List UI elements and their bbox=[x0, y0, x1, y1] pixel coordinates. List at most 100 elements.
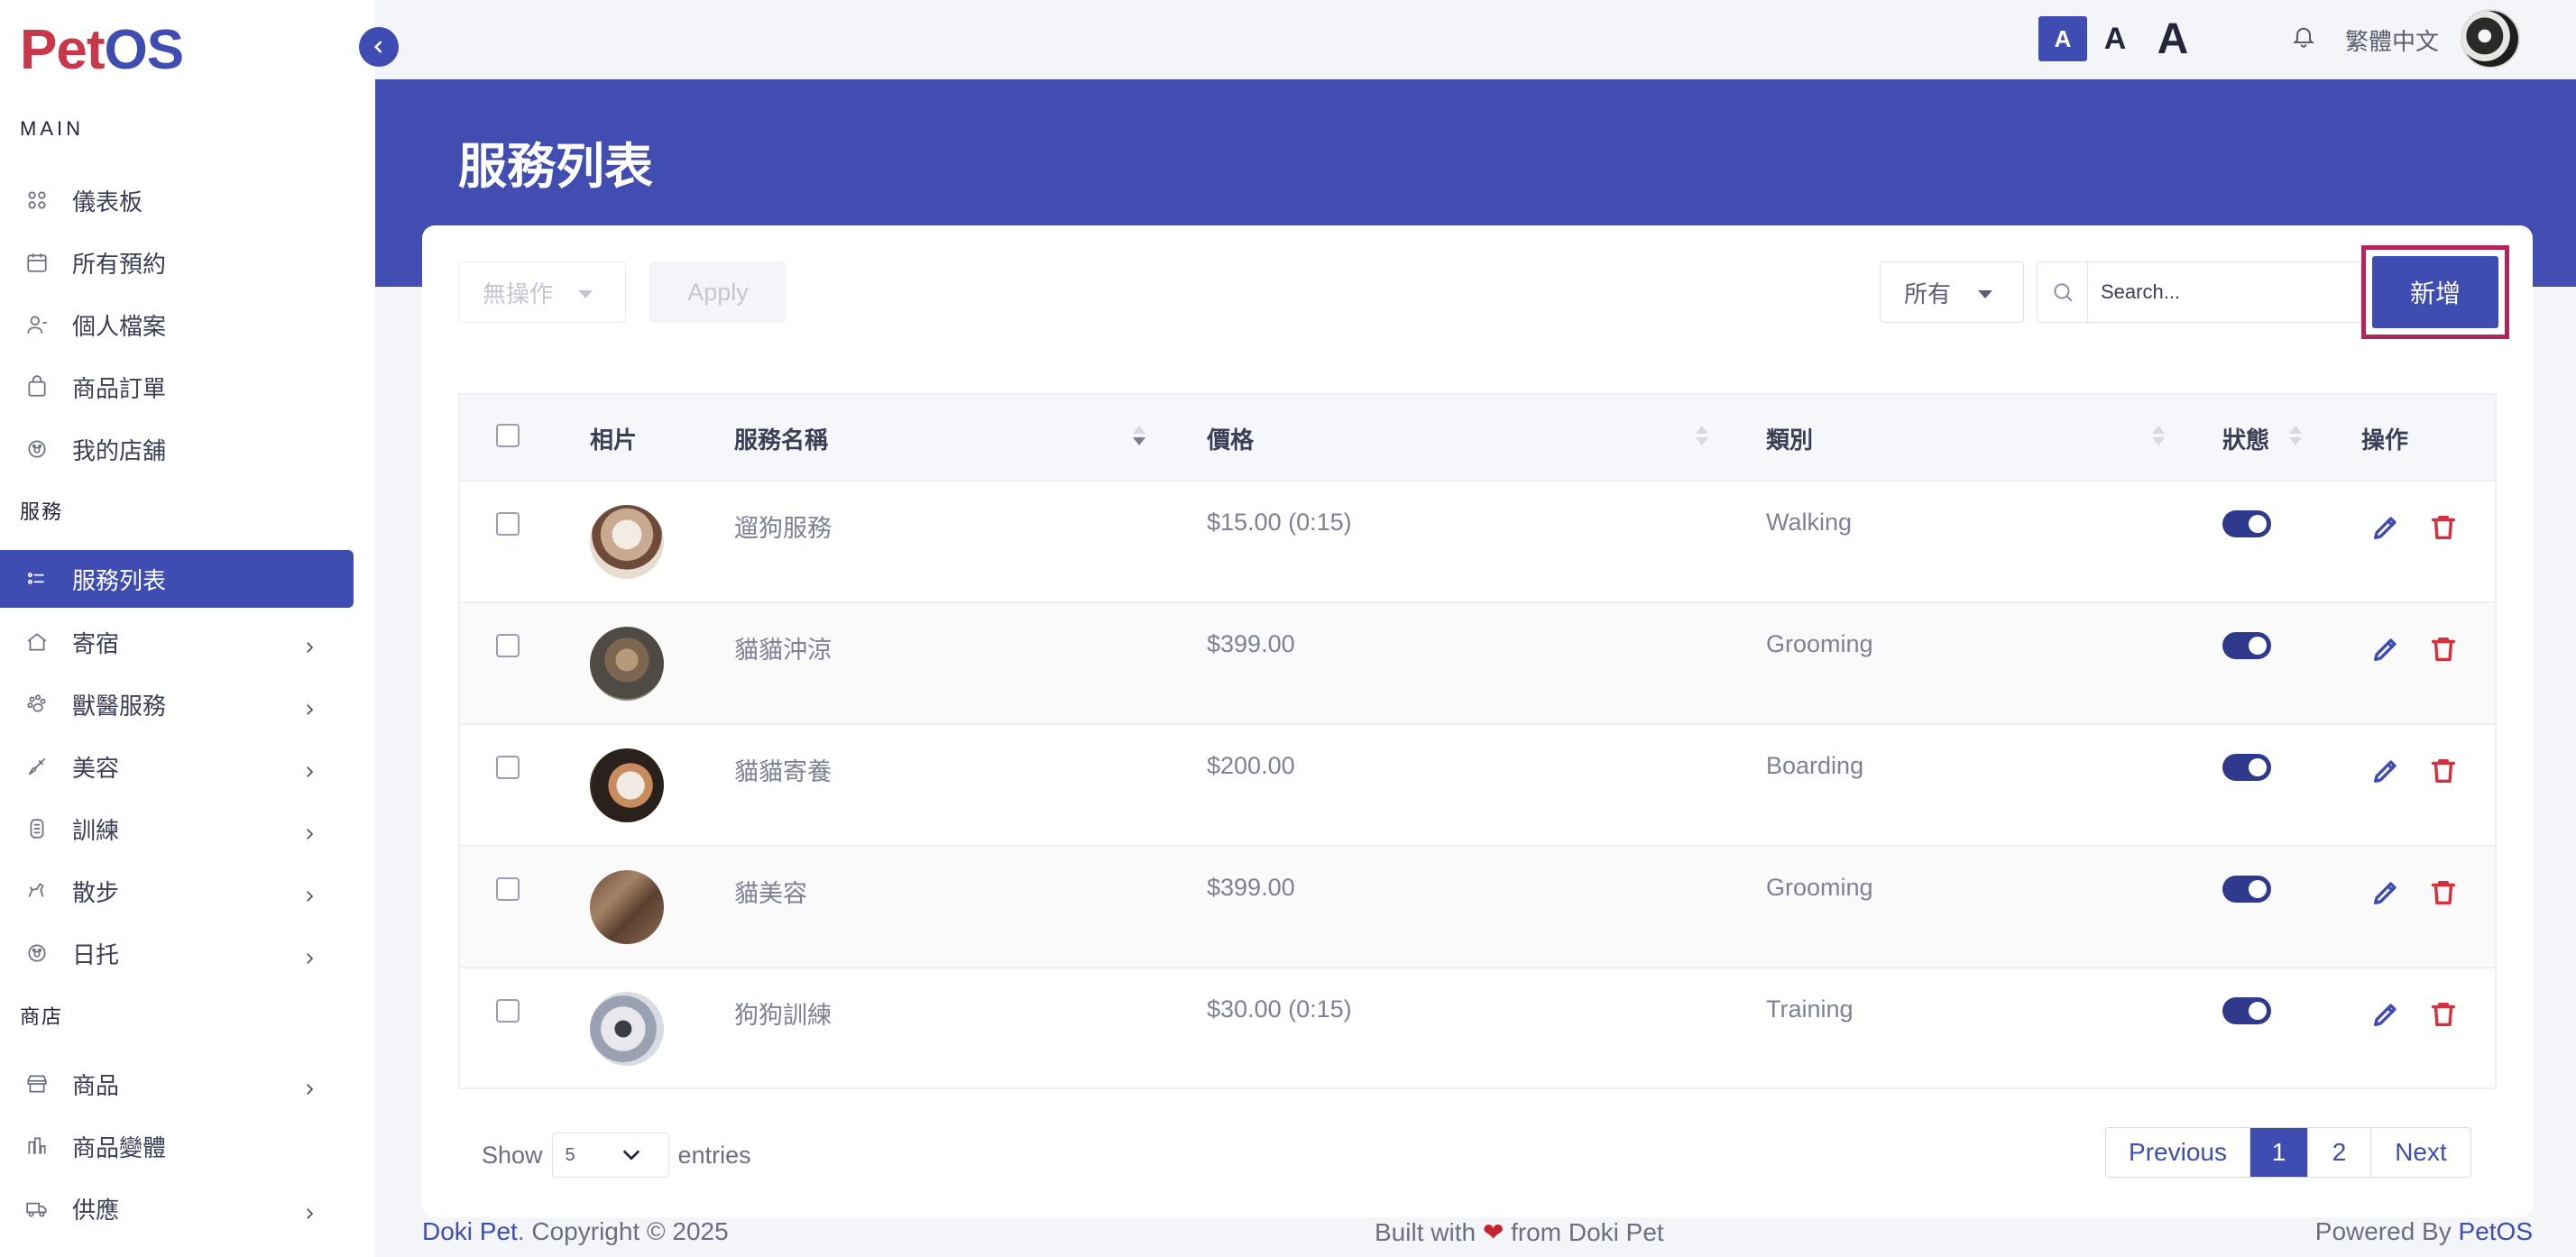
sidebar-item-label: 獸醫服務 bbox=[72, 692, 167, 720]
edit-icon[interactable] bbox=[2370, 756, 2403, 788]
status-filter-select[interactable]: 所有 bbox=[1880, 261, 2024, 323]
sidebar-item-appointments[interactable]: 所有預約 bbox=[0, 234, 354, 291]
brush-icon bbox=[23, 753, 51, 780]
sort-icon[interactable] bbox=[2289, 424, 2302, 451]
sidebar-item-training[interactable]: 訓練 bbox=[0, 800, 354, 858]
row-checkbox[interactable] bbox=[496, 877, 520, 901]
edit-icon[interactable] bbox=[2370, 634, 2403, 666]
page-1-button[interactable]: 1 bbox=[2250, 1128, 2308, 1177]
sidebar-item-grooming[interactable]: 美容 bbox=[0, 738, 354, 795]
show-label: Show bbox=[482, 1141, 543, 1169]
status-toggle[interactable] bbox=[2222, 632, 2271, 659]
sidebar-item-profile[interactable]: 個人檔案 bbox=[0, 296, 354, 353]
status-toggle[interactable] bbox=[2222, 510, 2271, 537]
shopping-bag-icon bbox=[23, 373, 51, 400]
column-header-price[interactable]: 價格 bbox=[1207, 422, 1254, 455]
font-size-medium-button[interactable]: A bbox=[2093, 16, 2138, 61]
row-checkbox[interactable] bbox=[496, 512, 520, 536]
row-checkbox[interactable] bbox=[496, 756, 520, 779]
store-icon bbox=[23, 1070, 51, 1097]
table-row: 狗狗訓練 $30.00 (0:15) Training bbox=[460, 967, 2495, 1088]
bulk-action-select[interactable]: 無操作 bbox=[458, 261, 626, 323]
row-checkbox[interactable] bbox=[496, 999, 520, 1023]
table-header: 相片 服務名稱 價格 類別 狀態 操作 bbox=[460, 395, 2495, 480]
sidebar-item-label: 商品變體 bbox=[72, 1133, 167, 1161]
column-header-name[interactable]: 服務名稱 bbox=[734, 422, 828, 455]
petos-logo[interactable]: PetOS bbox=[20, 18, 184, 82]
page-size-select[interactable]: 5 bbox=[551, 1133, 669, 1178]
footer-petos-link[interactable]: PetOS bbox=[2459, 1217, 2533, 1245]
footer-copyright-text: . Copyright © 2025 bbox=[517, 1217, 729, 1245]
column-header-status[interactable]: 狀態 bbox=[2222, 422, 2269, 455]
section-title-services: 服務 bbox=[20, 500, 64, 523]
variants-icon bbox=[23, 1133, 51, 1160]
service-name[interactable]: 貓美容 bbox=[734, 874, 807, 909]
page-size-value: 5 bbox=[565, 1144, 575, 1165]
row-checkbox[interactable] bbox=[496, 634, 520, 657]
column-header-category[interactable]: 類別 bbox=[1766, 422, 1813, 455]
edit-icon[interactable] bbox=[2370, 999, 2403, 1032]
sidebar-item-walking[interactable]: 散步 bbox=[0, 862, 354, 920]
sidebar-item-label: 服務列表 bbox=[72, 566, 167, 594]
trash-icon[interactable] bbox=[2428, 512, 2461, 545]
section-title-shop: 商店 bbox=[20, 1005, 64, 1028]
add-service-button[interactable]: 新增 bbox=[2372, 256, 2498, 328]
next-page-button[interactable]: Next bbox=[2371, 1128, 2470, 1177]
trash-icon[interactable] bbox=[2428, 999, 2461, 1032]
notification-bell-icon[interactable] bbox=[2291, 23, 2320, 52]
sidebar-item-my-store[interactable]: 我的店舖 bbox=[0, 420, 354, 478]
column-header-actions: 操作 bbox=[2361, 427, 2409, 454]
language-selector[interactable]: 繁體中文 bbox=[2345, 23, 2439, 57]
status-toggle[interactable] bbox=[2222, 876, 2271, 903]
sidebar-item-product-variants[interactable]: 商品變體 bbox=[0, 1117, 354, 1175]
sort-icon[interactable] bbox=[1133, 424, 1145, 451]
font-size-small-button[interactable]: A bbox=[2038, 16, 2087, 61]
select-all-checkbox[interactable] bbox=[496, 424, 520, 447]
edit-icon[interactable] bbox=[2370, 877, 2403, 910]
service-name[interactable]: 貓貓沖涼 bbox=[734, 630, 832, 665]
page-2-button[interactable]: 2 bbox=[2308, 1128, 2371, 1177]
service-price: $200.00 bbox=[1207, 752, 1295, 779]
search-input[interactable] bbox=[2088, 265, 2360, 319]
trash-icon[interactable] bbox=[2428, 877, 2461, 910]
sidebar-item-service-list[interactable]: 服務列表 bbox=[0, 550, 354, 608]
service-category: Grooming bbox=[1766, 874, 1873, 901]
sidebar-item-daycare[interactable]: 日托 bbox=[0, 924, 354, 982]
sidebar-item-supply[interactable]: 供應 bbox=[0, 1179, 354, 1237]
sidebar-item-products[interactable]: 商品 bbox=[0, 1055, 354, 1113]
footer-built-pre: Built with bbox=[1375, 1218, 1477, 1246]
sidebar-item-dashboard[interactable]: 儀表板 bbox=[0, 171, 354, 229]
chevron-right-icon bbox=[301, 696, 317, 715]
previous-page-button[interactable]: Previous bbox=[2106, 1128, 2250, 1177]
logo-text-pet: Pet bbox=[20, 19, 105, 81]
status-toggle[interactable] bbox=[2222, 754, 2271, 781]
edit-icon[interactable] bbox=[2370, 512, 2403, 545]
service-name[interactable]: 貓貓寄養 bbox=[734, 752, 832, 787]
user-avatar[interactable] bbox=[2461, 9, 2520, 69]
footer-brand-link[interactable]: Doki Pet bbox=[422, 1217, 518, 1245]
footer: Doki Pet. Copyright © 2025 Built with ❤ … bbox=[375, 1207, 2576, 1257]
sort-icon[interactable] bbox=[2152, 424, 2165, 451]
sort-icon[interactable] bbox=[1696, 424, 1708, 451]
service-photo bbox=[590, 992, 664, 1066]
sidebar-item-label: 美容 bbox=[72, 754, 120, 782]
service-category: Walking bbox=[1766, 509, 1853, 536]
sidebar-item-boarding[interactable]: 寄宿 bbox=[0, 613, 354, 671]
chevron-down-icon bbox=[622, 1150, 639, 1161]
status-toggle[interactable] bbox=[2222, 997, 2271, 1024]
sidebar-collapse-button[interactable] bbox=[359, 27, 399, 67]
apply-button[interactable]: Apply bbox=[649, 261, 787, 323]
font-size-large-button[interactable]: A bbox=[2150, 15, 2195, 63]
section-title-main: MAIN bbox=[20, 117, 84, 140]
sidebar-item-vet[interactable]: 獸醫服務 bbox=[0, 675, 354, 733]
page-size-control: Show 5 entries bbox=[482, 1133, 751, 1178]
caret-down-icon bbox=[578, 290, 593, 298]
trash-icon[interactable] bbox=[2428, 634, 2461, 666]
calendar-icon bbox=[23, 249, 51, 276]
trash-icon[interactable] bbox=[2428, 756, 2461, 788]
service-name[interactable]: 狗狗訓練 bbox=[734, 996, 832, 1031]
service-name[interactable]: 遛狗服務 bbox=[734, 509, 832, 544]
sidebar-item-label: 個人檔案 bbox=[72, 312, 167, 340]
sidebar-item-orders[interactable]: 商品訂單 bbox=[0, 358, 354, 416]
sidebar-item-label: 散步 bbox=[72, 878, 120, 906]
